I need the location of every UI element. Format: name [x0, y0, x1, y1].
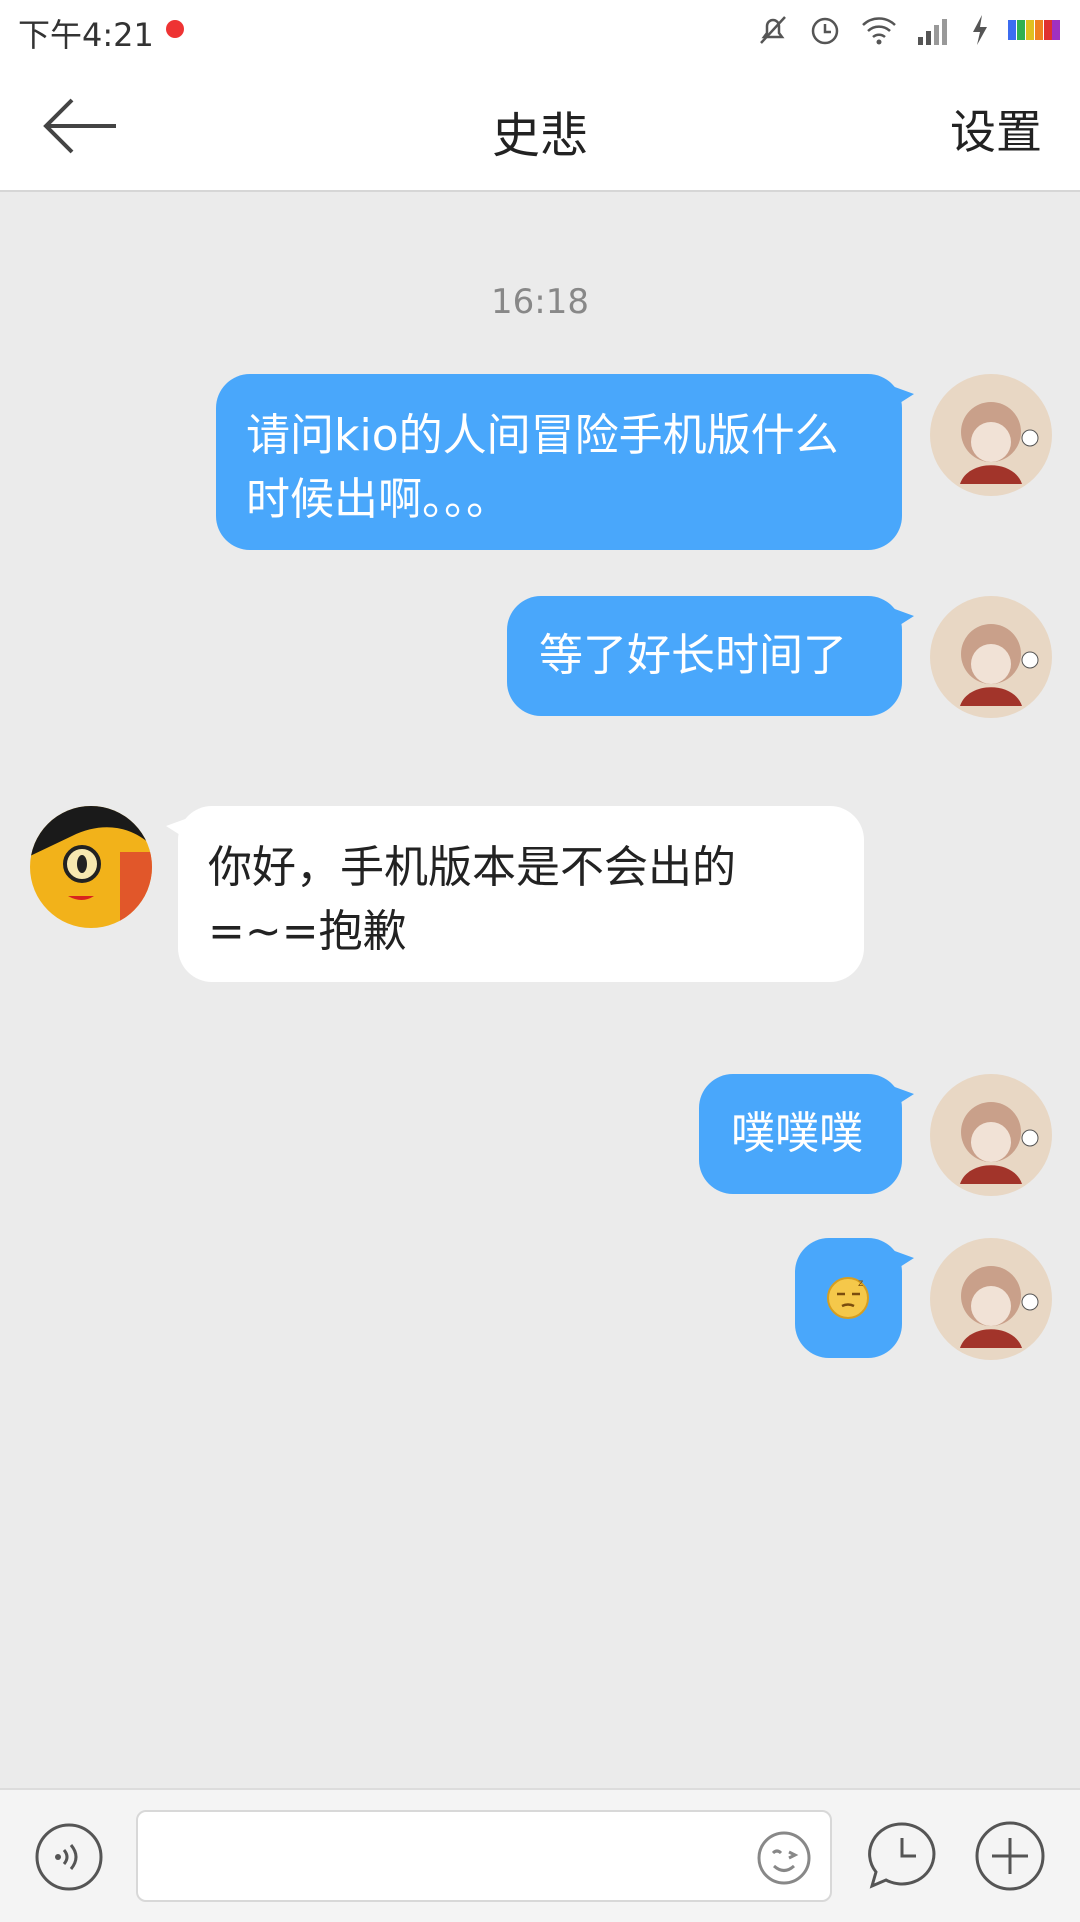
message-bubble[interactable]: 请问kio的人间冒险手机版什么时候出啊。。。 — [216, 374, 914, 550]
voice-button[interactable] — [34, 1822, 104, 1896]
status-bar: 下午4:21 — [0, 0, 1080, 62]
my-avatar[interactable] — [930, 374, 1052, 496]
add-button[interactable] — [974, 1820, 1046, 1896]
signal-icon — [918, 19, 947, 45]
message-text: 等了好长时间了 — [539, 630, 847, 681]
mute-icon — [760, 16, 786, 44]
chat-title: 史悲 — [491, 108, 588, 164]
svg-text:z: z — [858, 1278, 863, 1289]
charging-icon — [973, 15, 987, 45]
my-avatar[interactable] — [930, 596, 1052, 718]
message-bubble[interactable]: 噗噗噗 — [699, 1074, 914, 1194]
message-timestamp: 16:18 — [491, 282, 589, 322]
message-bubble[interactable]: 等了好长时间了 — [507, 596, 914, 716]
status-time: 下午4:21 — [18, 16, 154, 54]
alarm-icon — [811, 17, 839, 45]
message-text: 噗噗噗 — [731, 1108, 863, 1159]
voice-icon — [35, 1823, 103, 1891]
clock-bubble-icon — [868, 1822, 936, 1889]
settings-button[interactable]: 设置 — [950, 96, 1042, 162]
history-button[interactable] — [864, 1818, 940, 1898]
emoji-icon[interactable] — [756, 1830, 812, 1886]
plus-icon — [975, 1821, 1045, 1891]
contact-avatar[interactable] — [30, 806, 152, 928]
input-bar — [0, 1788, 1080, 1922]
message-bubble[interactable]: 你好，手机版本是不会出的=~=抱歉 — [166, 806, 864, 982]
my-avatar[interactable] — [930, 1238, 1052, 1360]
my-avatar[interactable] — [930, 1074, 1052, 1196]
message-input[interactable] — [136, 1810, 832, 1902]
message-text: 你好，手机版本是不会出的=~=抱歉 — [208, 842, 736, 957]
message-text: 请问kio的人间冒险手机版什么时候出啊。。。 — [246, 410, 839, 525]
sleepy-emoji-icon: z — [827, 1277, 869, 1319]
status-icons — [756, 12, 1062, 48]
wifi-icon — [862, 17, 896, 45]
notification-icon — [166, 20, 184, 38]
battery-icon — [1008, 20, 1060, 40]
emoji-message-bubble[interactable]: z — [795, 1238, 914, 1358]
chat-header: 史悲 设置 — [0, 62, 1080, 192]
